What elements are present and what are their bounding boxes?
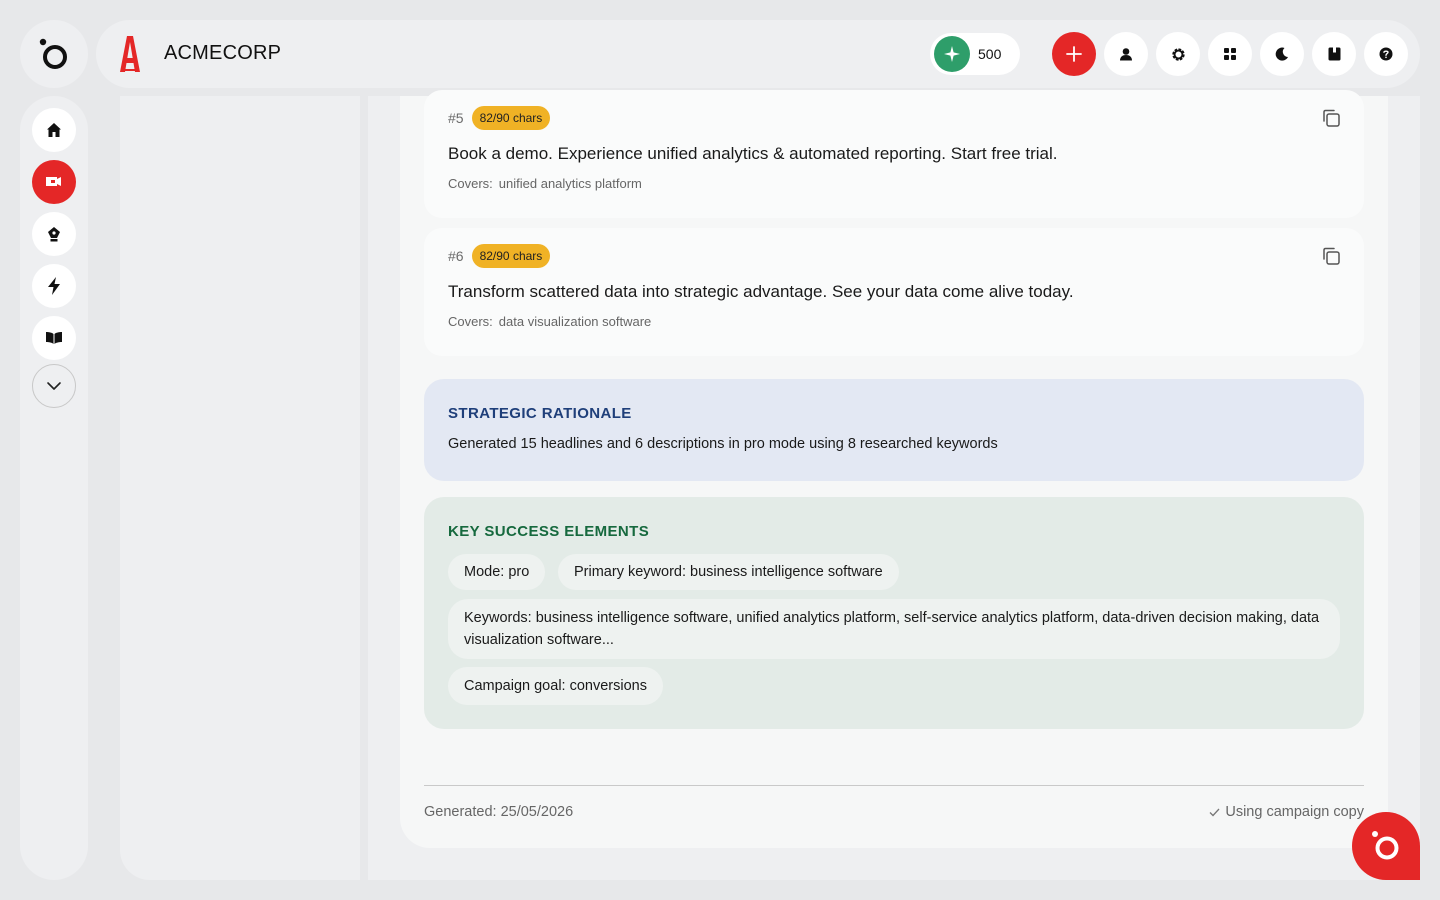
- copy-button[interactable]: [1320, 107, 1342, 129]
- assistant-logo-icon: [1372, 831, 1399, 860]
- chip-primary-keyword: Primary keyword: business intelligence s…: [558, 554, 899, 590]
- nav-campaigns[interactable]: [32, 160, 76, 204]
- user-icon: [1120, 48, 1132, 61]
- copy-icon: [1323, 247, 1340, 265]
- nav-automation[interactable]: [32, 264, 76, 308]
- chip-keywords: Keywords: business intelligence software…: [448, 599, 1340, 659]
- moon-icon: [1275, 47, 1288, 61]
- description-text: Transform scattered data into strategic …: [448, 282, 1074, 301]
- apps-button[interactable]: [1208, 32, 1252, 76]
- brand-logo: [120, 36, 140, 72]
- credits-badge[interactable]: 500: [930, 33, 1020, 75]
- chip-campaign-goal: Campaign goal: conversions: [448, 667, 663, 705]
- description-number: #5: [448, 110, 464, 126]
- app-logo[interactable]: [20, 20, 88, 88]
- home-icon: [47, 123, 61, 137]
- strategic-rationale-panel: STRATEGIC RATIONALE Generated 15 headlin…: [424, 379, 1364, 481]
- nav-library[interactable]: [32, 316, 76, 360]
- sparkle-icon: [934, 36, 970, 72]
- rationale-title: STRATEGIC RATIONALE: [448, 405, 632, 422]
- main-panel: #5 82/90 chars Book a demo. Experience u…: [368, 90, 1420, 880]
- copy-icon: [1323, 109, 1340, 127]
- add-button[interactable]: [1052, 32, 1096, 76]
- theme-toggle-button[interactable]: [1260, 32, 1304, 76]
- description-number: #6: [448, 248, 464, 264]
- description-text: Book a demo. Experience unified analytic…: [448, 144, 1058, 163]
- description-covers: Covers: unified analytics platform: [448, 176, 642, 191]
- profile-button[interactable]: [1104, 32, 1148, 76]
- settings-button[interactable]: [1156, 32, 1200, 76]
- description-card: #5 82/90 chars Book a demo. Experience u…: [424, 90, 1364, 218]
- copy-source-status: Using campaign copy: [1209, 804, 1364, 820]
- check-icon: [1209, 808, 1220, 816]
- help-button[interactable]: [1364, 32, 1408, 76]
- credits-value: 500: [978, 46, 1002, 62]
- plus-icon: [1066, 46, 1082, 62]
- chip-mode: Mode: pro: [448, 554, 546, 590]
- footer-divider: [424, 785, 1364, 786]
- char-count-badge: 82/90 chars: [471, 106, 551, 130]
- app-logo-icon: [39, 38, 67, 69]
- description-card: #6 82/90 chars Transform scattered data …: [424, 228, 1364, 356]
- chevron-down-icon: [47, 382, 61, 390]
- nav-home[interactable]: [32, 108, 76, 152]
- secondary-panel: [120, 96, 360, 880]
- key-success-elements-panel: KEY SUCCESS ELEMENTS Mode: pro Primary k…: [424, 497, 1364, 729]
- docs-button[interactable]: [1312, 32, 1356, 76]
- ad-copy-results: #5 82/90 chars Book a demo. Experience u…: [400, 90, 1388, 848]
- pen-nib-icon: [48, 227, 60, 242]
- description-covers: Covers: data visualization software: [448, 314, 652, 329]
- rationale-text: Generated 15 headlines and 6 description…: [448, 436, 998, 452]
- grid-icon: [1224, 48, 1236, 60]
- side-navigation: [20, 96, 88, 880]
- success-title: KEY SUCCESS ELEMENTS: [448, 523, 650, 540]
- megaphone-icon: [46, 177, 61, 186]
- copy-button[interactable]: [1320, 245, 1342, 267]
- open-book-icon: [46, 332, 62, 344]
- gear-icon: [1171, 47, 1185, 61]
- help-icon: [1379, 47, 1393, 61]
- book-icon: [1328, 47, 1340, 61]
- assistant-fab[interactable]: [1352, 812, 1420, 880]
- char-count-badge: 82/90 chars: [471, 244, 551, 268]
- brand-name: ACMECORP: [164, 42, 282, 64]
- top-bar: ACMECORP 500: [96, 20, 1420, 88]
- lightning-icon: [48, 277, 60, 295]
- generated-date: Generated: 25/05/2026: [424, 804, 574, 820]
- nav-expand-button[interactable]: [32, 364, 76, 408]
- nav-creative[interactable]: [32, 212, 76, 256]
